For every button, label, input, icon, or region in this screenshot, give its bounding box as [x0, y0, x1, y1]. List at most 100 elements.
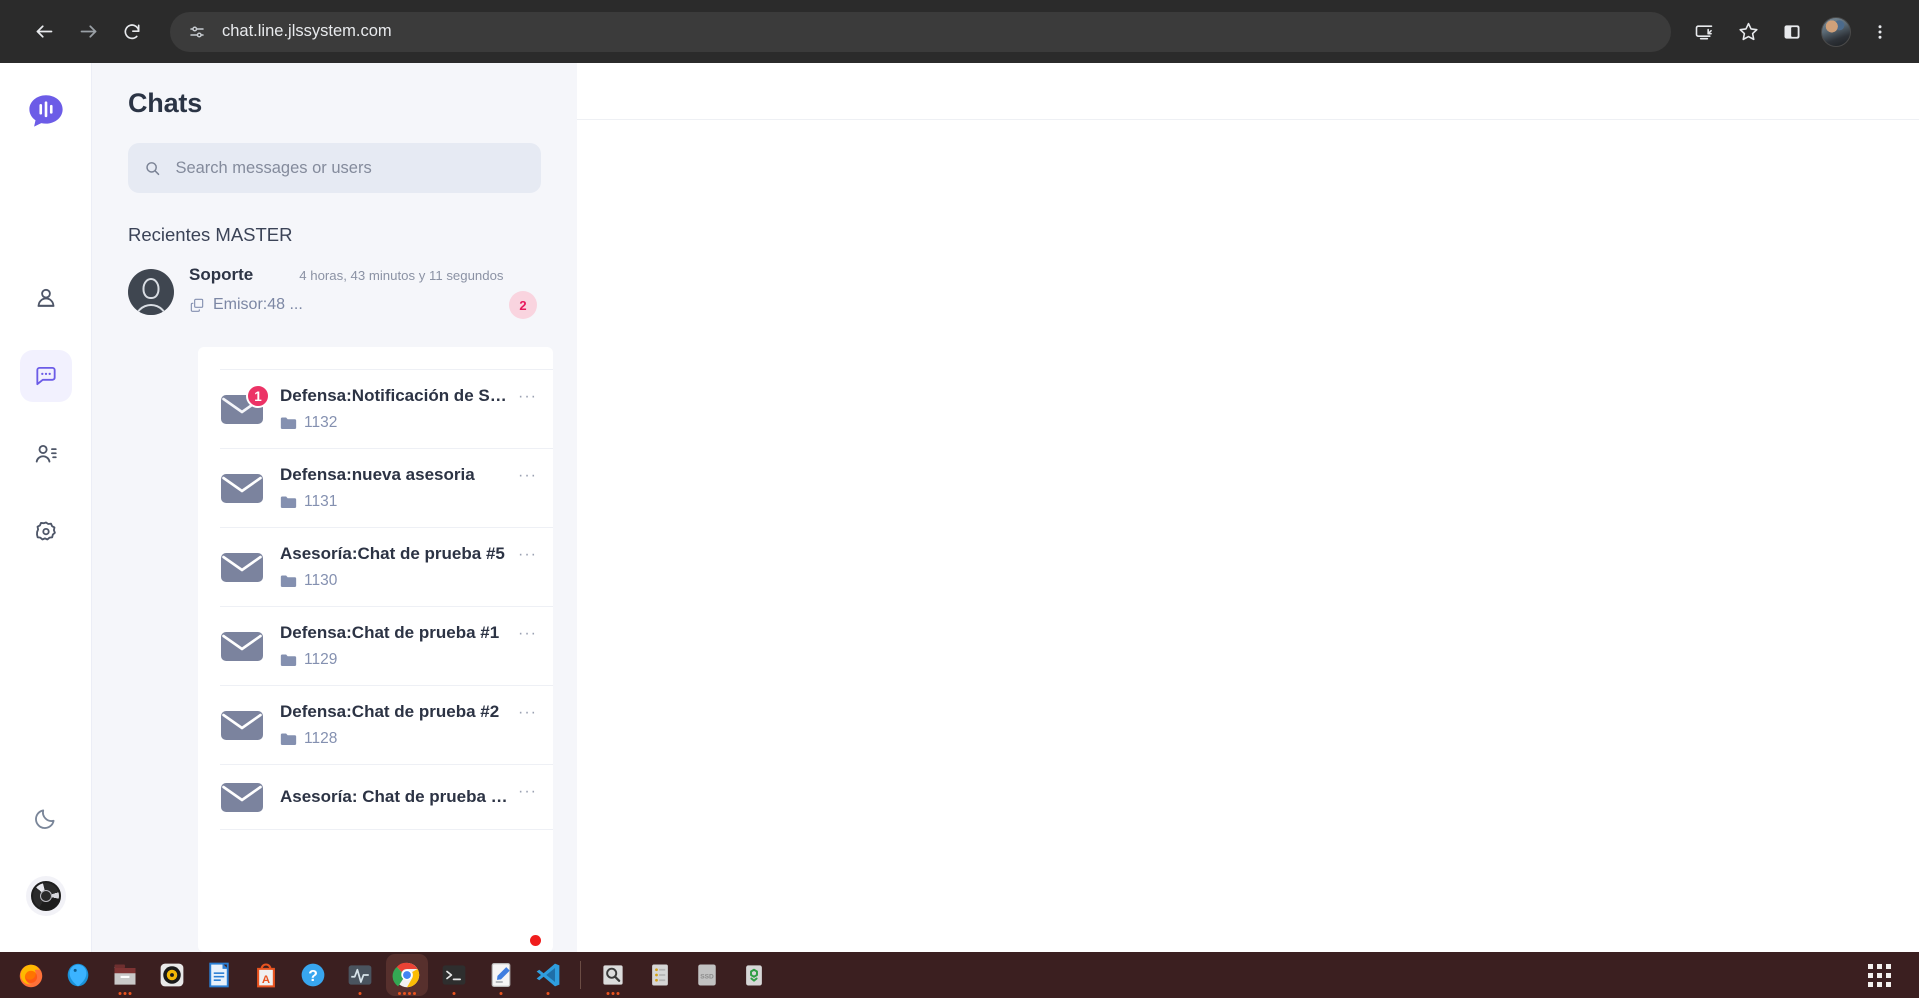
running-indicator [547, 992, 550, 995]
side-panel-button[interactable] [1771, 11, 1813, 53]
content-header-divider [577, 63, 1919, 120]
site-info-tune-icon[interactable] [184, 19, 210, 45]
running-indicator [500, 992, 503, 995]
taskbar-system-monitor[interactable] [339, 954, 381, 996]
taskbar-rhythmbox[interactable] [151, 954, 193, 996]
recent-contact-row[interactable]: Soporte 4 horas, 43 minutos y 11 segundo… [92, 246, 577, 319]
running-indicator [119, 992, 132, 995]
taskbar-files[interactable] [104, 954, 146, 996]
app-logo-chat-bubble-icon [25, 90, 67, 132]
address-bar[interactable]: chat.line.jlssystem.com [170, 12, 1671, 52]
running-indicator [607, 992, 620, 995]
chat-list-item[interactable]: Defensa:Chat de prueba #1 1129 ··· [220, 607, 553, 686]
sidebar-item-contacts[interactable] [20, 428, 72, 480]
back-arrow-icon [34, 21, 55, 42]
chat-item-text: Asesoría:Chat de prueba #5 1130 [280, 544, 508, 590]
theme-toggle-button[interactable] [20, 792, 72, 844]
taskbar-libreoffice-writer[interactable] [198, 954, 240, 996]
browser-reload-button[interactable] [110, 10, 154, 54]
rhythmbox-icon [158, 961, 186, 989]
folder-icon [280, 732, 297, 746]
copy-icon[interactable] [189, 297, 205, 313]
user-avatar-button[interactable] [26, 876, 66, 916]
envelope-icon [220, 551, 264, 583]
profile-button[interactable] [1815, 11, 1857, 53]
chat-list-item[interactable]: Defensa:nueva asesoria 1131 ··· [220, 449, 553, 528]
recent-contact-preview: Emisor:48 ... [213, 296, 303, 314]
taskbar-text-editor[interactable] [480, 954, 522, 996]
taskbar-help[interactable]: ? [292, 954, 334, 996]
star-icon [1738, 21, 1759, 42]
section-title-recientes: Recientes MASTER [92, 193, 577, 246]
taskbar-ssd-drive[interactable]: SSD [686, 954, 728, 996]
chat-list-item[interactable]: 1 Defensa:Notificación de Saldo Pe... 11… [220, 369, 553, 449]
chats-panel: Chats Recientes MASTER Soporte 4 horas, … [92, 63, 577, 952]
side-panel-icon [1782, 22, 1802, 42]
chat-item-icon-wrap [220, 709, 280, 741]
text-editor-icon [487, 961, 515, 989]
chat-item-icon-wrap [220, 781, 280, 813]
chat-list-item[interactable]: Defensa:Chat de prueba #2 1128 ··· [220, 686, 553, 765]
chat-item-more-button[interactable]: ··· [508, 546, 537, 564]
chat-item-more-button[interactable]: ··· [508, 783, 537, 801]
chat-item-more-button[interactable]: ··· [508, 388, 537, 406]
address-bar-url: chat.line.jlssystem.com [222, 22, 392, 41]
chat-item-icon-wrap [220, 472, 280, 504]
chat-item-folder-id: 1128 [304, 730, 337, 748]
chat-item-text: Asesoría: Chat de prueba #3 [280, 787, 508, 807]
taskbar-vscode[interactable] [527, 954, 569, 996]
install-app-button[interactable] [1683, 11, 1725, 53]
sidebar-item-profile[interactable] [20, 272, 72, 324]
trash-icon [740, 961, 768, 989]
user-avatar-emblem [31, 881, 61, 911]
recent-contact-time: 4 horas, 43 minutos y 11 segundos [299, 268, 503, 283]
taskbar-app-center[interactable]: A [245, 954, 287, 996]
ssd-drive-icon: SSD [693, 961, 721, 989]
app-logo[interactable] [25, 90, 67, 132]
chat-item-text: Defensa:Chat de prueba #1 1129 [280, 623, 508, 669]
libreoffice-writer-icon [205, 961, 233, 989]
chat-item-folder-id: 1129 [304, 651, 337, 669]
svg-text:A: A [262, 974, 270, 986]
app-icon-sidebar [0, 63, 92, 952]
running-indicator [359, 992, 362, 995]
chat-list-card: 1 Defensa:Notificación de Saldo Pe... 11… [198, 347, 553, 952]
chat-item-title: Defensa:Chat de prueba #2 [280, 702, 508, 722]
browser-forward-button[interactable] [66, 10, 110, 54]
taskbar-google-chrome[interactable] [386, 954, 428, 996]
taskbar-terminal[interactable] [433, 954, 475, 996]
app-center-icon: A [252, 961, 280, 989]
system-monitor-icon [346, 961, 374, 989]
show-applications-button[interactable] [1868, 964, 1891, 987]
bookmark-button[interactable] [1727, 11, 1769, 53]
chrome-menu-button[interactable] [1859, 11, 1901, 53]
chat-list: 1 Defensa:Notificación de Saldo Pe... 11… [198, 347, 553, 830]
taskbar-trash[interactable] [733, 954, 775, 996]
chat-item-title: Asesoría:Chat de prueba #5 [280, 544, 508, 564]
os-taskbar: A ? [0, 952, 1919, 998]
unread-badge: 2 [509, 291, 537, 319]
chat-item-more-button[interactable]: ··· [508, 704, 537, 722]
chat-item-more-button[interactable]: ··· [508, 467, 537, 485]
sidebar-item-chats[interactable] [20, 350, 72, 402]
recent-contact-main: Soporte 4 horas, 43 minutos y 11 segundo… [189, 265, 541, 319]
firefox-icon [16, 960, 46, 990]
taskbar-file-search[interactable] [592, 954, 634, 996]
chat-item-title: Defensa:nueva asesoria [280, 465, 508, 485]
folder-icon [280, 495, 297, 509]
taskbar-thunderbird[interactable] [57, 954, 99, 996]
chat-list-item[interactable]: Asesoría: Chat de prueba #3 ··· [220, 765, 553, 830]
search-input[interactable] [175, 159, 525, 178]
forward-arrow-icon [78, 21, 99, 42]
chat-item-more-button[interactable]: ··· [508, 625, 537, 643]
search-box[interactable] [128, 143, 541, 193]
sidebar-item-settings[interactable] [20, 506, 72, 558]
envelope-icon [220, 630, 264, 662]
browser-back-button[interactable] [22, 10, 66, 54]
folder-icon [280, 574, 297, 588]
taskbar-firefox[interactable] [10, 954, 52, 996]
envelope-icon [220, 709, 264, 741]
chat-list-item[interactable]: Asesoría:Chat de prueba #5 1130 ··· [220, 528, 553, 607]
chat-bubble-icon [33, 363, 59, 389]
taskbar-disk-usage[interactable] [639, 954, 681, 996]
